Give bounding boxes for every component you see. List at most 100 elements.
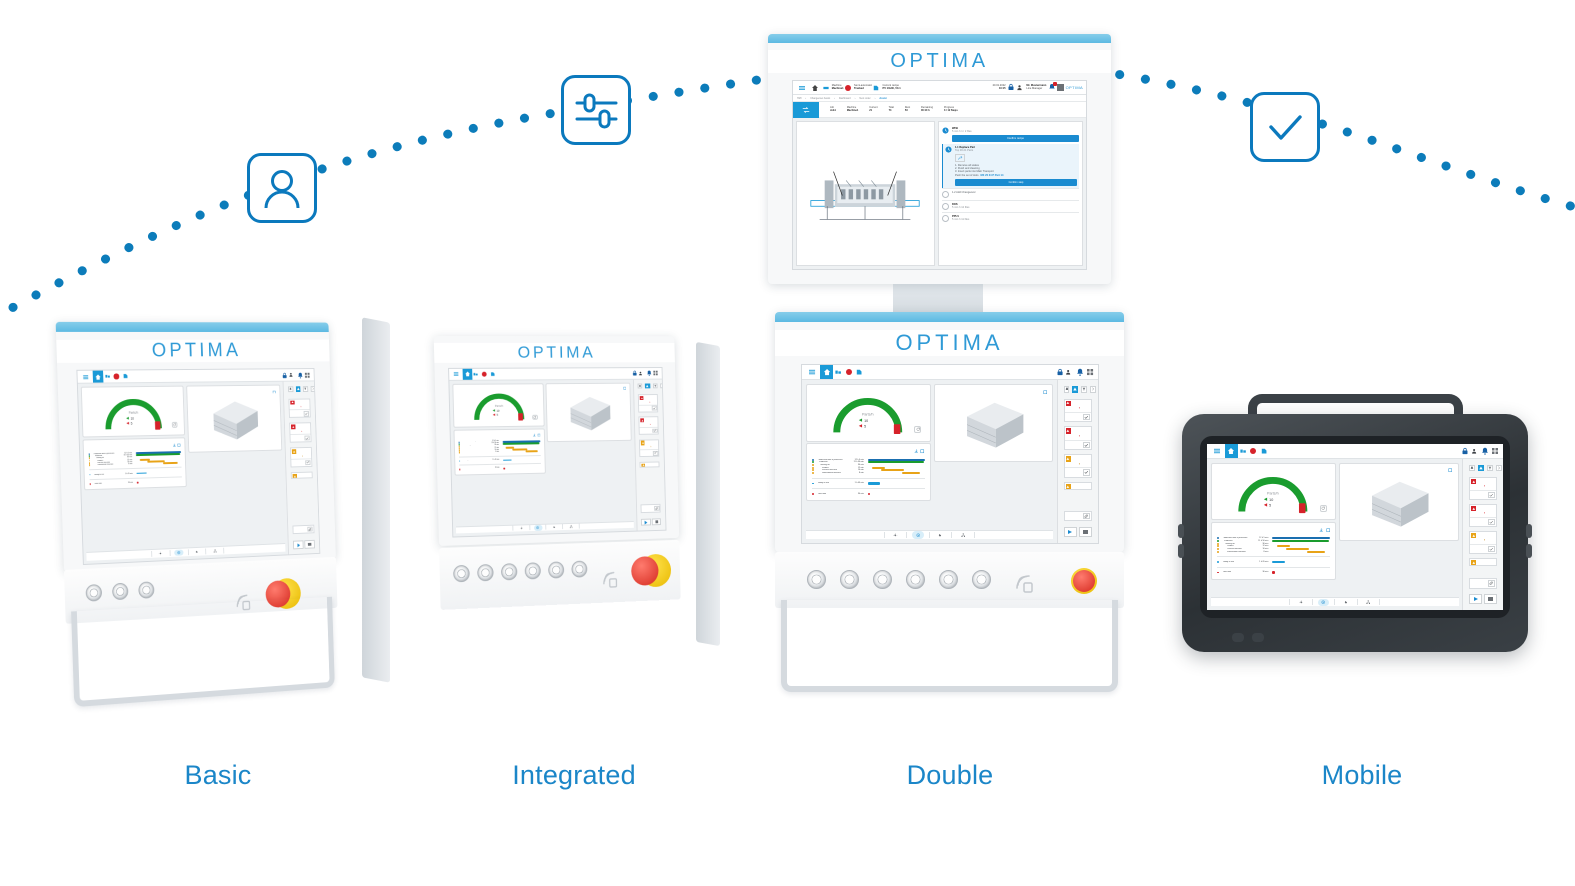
stop-button[interactable] [1078, 527, 1093, 538]
rail-tab-bell[interactable] [1063, 386, 1070, 393]
toolbar-recipe[interactable] [123, 374, 131, 379]
alarm-card[interactable]: › [290, 447, 313, 468]
acknowledge-all-note[interactable] [1063, 510, 1093, 522]
rail-tab-next[interactable] [1090, 386, 1097, 393]
toolbar-status[interactable] [1250, 447, 1259, 455]
push-button[interactable] [873, 570, 892, 589]
push-button[interactable] [111, 582, 129, 601]
lock-icon[interactable] [1007, 83, 1015, 92]
tablet-side-button[interactable] [1526, 544, 1532, 558]
step-item[interactable]: PPU1 5 min h 11 files [942, 212, 1079, 224]
expand-icon[interactable] [623, 387, 626, 390]
push-button[interactable] [524, 562, 541, 580]
grid-icon[interactable] [1086, 368, 1094, 376]
push-button[interactable] [85, 584, 103, 602]
rail-tab-bell[interactable] [1468, 465, 1475, 472]
refresh-icon[interactable] [171, 422, 178, 429]
download-icon[interactable] [1319, 528, 1324, 532]
alarm-card[interactable] [639, 461, 660, 468]
breadcrumb-crumb[interactable]: Next order [859, 97, 870, 100]
tab-moon[interactable] [1340, 599, 1352, 606]
toolbar-machine[interactable] [104, 374, 113, 379]
push-button[interactable] [807, 570, 826, 589]
expand-icon[interactable] [1043, 390, 1048, 395]
acknowledge-button[interactable] [304, 459, 311, 466]
tablet-side-button[interactable] [1526, 524, 1532, 538]
play-button[interactable] [1468, 594, 1483, 605]
bell-icon[interactable] [1481, 447, 1489, 455]
link-icon[interactable] [654, 505, 660, 511]
emergency-stop-button[interactable] [630, 553, 673, 588]
tablet-side-button[interactable] [1178, 544, 1184, 558]
chevron-right-icon[interactable]: › [1484, 539, 1495, 543]
menu-icon[interactable] [1210, 444, 1223, 457]
alarm-card[interactable]: › [1063, 398, 1093, 423]
bell-icon[interactable] [297, 370, 304, 379]
rail-tab-filter[interactable] [652, 383, 658, 389]
home-icon[interactable] [1224, 444, 1239, 458]
acknowledge-all-note[interactable] [292, 524, 315, 535]
menu-icon[interactable] [805, 365, 819, 379]
acknowledge-button[interactable] [652, 450, 659, 456]
push-button[interactable] [477, 563, 494, 582]
download-icon[interactable] [532, 433, 535, 436]
acknowledge-all-note[interactable] [1468, 578, 1498, 589]
rail-tab-filter[interactable] [302, 386, 308, 392]
acknowledge-button[interactable] [1082, 413, 1091, 421]
expand-icon[interactable] [272, 390, 276, 394]
alarm-card[interactable] [291, 471, 313, 479]
play-button[interactable] [1063, 527, 1077, 538]
acknowledge-button[interactable] [651, 405, 657, 411]
link-icon[interactable] [1082, 512, 1090, 520]
push-button[interactable] [571, 560, 588, 578]
push-button[interactable] [500, 563, 518, 581]
production-data-actions[interactable] [912, 449, 925, 454]
toolbar-user[interactable] [289, 372, 297, 378]
toolbar-status[interactable] [482, 371, 490, 377]
tab-gauge[interactable] [912, 531, 924, 539]
grid-icon[interactable] [1491, 447, 1499, 455]
grid-icon[interactable] [1057, 84, 1065, 91]
rail-tab-alarm[interactable] [1072, 386, 1079, 393]
rail-tab-alarm[interactable] [645, 383, 650, 389]
tab-moon[interactable] [550, 524, 559, 530]
alarm-card[interactable]: › [638, 394, 659, 413]
alarm-card[interactable]: › [1468, 531, 1498, 555]
tab-gauge[interactable] [533, 524, 543, 531]
chevron-right-icon[interactable]: › [650, 445, 657, 449]
toolbar-machine[interactable] [1239, 448, 1249, 454]
bell-icon[interactable] [646, 369, 653, 377]
toolbar-recipe[interactable] [1261, 448, 1270, 454]
production-data-actions[interactable] [1318, 528, 1330, 532]
play-button[interactable] [641, 518, 651, 527]
breadcrumb-crumb[interactable]: HMI [797, 97, 801, 100]
alarm-card[interactable] [1468, 558, 1498, 567]
acknowledge-button[interactable] [303, 410, 309, 417]
bell-icon[interactable] [1048, 82, 1057, 92]
menu-icon[interactable] [796, 82, 808, 94]
chevron-right-icon[interactable]: › [1079, 462, 1090, 467]
acknowledge-button[interactable] [1487, 546, 1496, 553]
toolbar-recipe[interactable] [491, 372, 499, 377]
stop-button[interactable] [651, 518, 662, 526]
tab-sun[interactable] [890, 531, 902, 538]
tab-network[interactable] [957, 531, 969, 538]
rail-tab-bell[interactable] [637, 383, 643, 389]
recipe-actions[interactable] [1447, 468, 1453, 473]
lock-icon[interactable] [631, 370, 637, 376]
chevron-right-icon[interactable]: › [1484, 512, 1495, 516]
tab-sun[interactable] [1295, 599, 1307, 606]
link-icon[interactable] [306, 526, 313, 533]
link-icon[interactable] [1487, 580, 1495, 587]
production-data-actions[interactable] [171, 443, 181, 447]
step-item[interactable]: WFB 5 min h 1 / 2 files Confirm recipe [942, 125, 1079, 144]
lock-icon[interactable] [1056, 368, 1064, 376]
breadcrumb-crumb[interactable]: Changeover Assist [810, 97, 830, 100]
rail-tab-bell[interactable] [288, 386, 294, 393]
rail-tab-next[interactable] [310, 386, 316, 392]
recipe-actions[interactable] [271, 390, 276, 394]
step-item[interactable]: DOS 5 min h 12 files [942, 200, 1079, 212]
grid-icon[interactable] [304, 372, 310, 379]
push-button[interactable] [548, 561, 565, 579]
toolbar-user[interactable] [1065, 369, 1074, 375]
